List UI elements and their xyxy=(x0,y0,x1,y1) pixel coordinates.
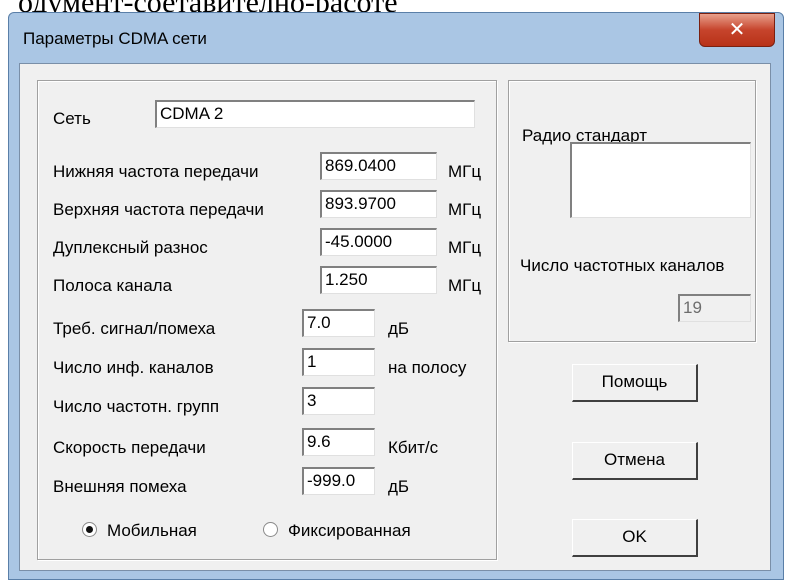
network-label: Сеть xyxy=(53,109,91,128)
fixed-radio-label: Фиксированная xyxy=(288,521,411,540)
transfer-speed-field[interactable]: 9.6 xyxy=(302,428,375,456)
cdma-params-dialog: Параметры CDMA сети ✕ Сеть CDMA 2 Нижняя… xyxy=(8,12,784,580)
param-unit: МГц xyxy=(448,200,482,219)
param-unit: на полосу xyxy=(388,358,467,377)
cancel-button[interactable]: Отмена xyxy=(572,442,698,480)
close-icon: ✕ xyxy=(728,19,746,41)
external-interference-field[interactable]: -999.0 xyxy=(302,467,375,495)
radio-unselected-icon xyxy=(263,522,278,537)
upper-freq-field[interactable]: 893.9700 xyxy=(320,190,437,218)
param-label: Нижняя частота передачи xyxy=(53,162,259,181)
network-name-field[interactable]: CDMA 2 xyxy=(155,100,475,128)
freq-groups-field[interactable]: 3 xyxy=(302,387,375,415)
param-label: Внешняя помеха xyxy=(53,477,187,496)
param-unit: МГц xyxy=(448,276,482,295)
param-unit: МГц xyxy=(448,162,482,181)
info-channels-field[interactable]: 1 xyxy=(302,348,375,376)
param-unit: дБ xyxy=(388,477,410,496)
param-label: Скорость передачи xyxy=(53,438,206,457)
freq-channels-label: Число частотных каналов xyxy=(520,256,725,275)
lower-freq-field[interactable]: 869.0400 xyxy=(320,152,437,180)
param-label: Число инф. каналов xyxy=(53,358,214,377)
param-unit: дБ xyxy=(388,319,410,338)
dialog-client-area: Сеть CDMA 2 Нижняя частота передачи 869.… xyxy=(19,63,771,571)
mobile-radio[interactable]: Мобильная xyxy=(82,521,197,541)
param-label: Число частотн. групп xyxy=(53,397,220,416)
required-snr-field[interactable]: 7.0 xyxy=(302,309,375,337)
close-button[interactable]: ✕ xyxy=(699,13,775,47)
help-button[interactable]: Помощь xyxy=(572,364,698,402)
channel-bandwidth-field[interactable]: 1.250 xyxy=(320,266,437,294)
param-unit: МГц xyxy=(448,238,482,257)
ok-button[interactable]: OK xyxy=(572,519,698,557)
mobile-radio-label: Мобильная xyxy=(107,521,197,540)
param-label: Треб. сигнал/помеха xyxy=(53,319,216,338)
param-unit: Кбит/с xyxy=(388,438,439,457)
fixed-radio[interactable]: Фиксированная xyxy=(263,521,411,541)
duplex-spacing-field[interactable]: -45.0000 xyxy=(320,228,437,256)
param-label: Дуплексный разнос xyxy=(53,238,208,257)
window-title: Параметры CDMA сети xyxy=(23,29,207,48)
param-label: Полоса канала xyxy=(53,276,173,295)
radio-standard-box[interactable] xyxy=(570,142,751,218)
freq-channels-field: 19 xyxy=(678,294,751,322)
radio-selected-icon xyxy=(82,522,97,537)
param-label: Верхняя частота передачи xyxy=(53,200,264,219)
